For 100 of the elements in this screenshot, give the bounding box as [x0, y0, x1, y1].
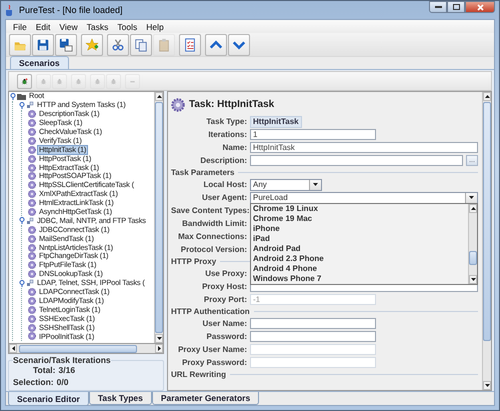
selection-label: Selection:	[13, 377, 54, 387]
menu-item[interactable]: Tools	[113, 22, 142, 32]
text-field[interactable]	[250, 318, 376, 329]
field-label: Proxy Port:	[202, 295, 247, 304]
scrollbar[interactable]	[154, 92, 163, 343]
section-heading: Task Parameters	[171, 168, 234, 177]
maximize-icon	[452, 4, 460, 10]
dropdown[interactable]: Any	[250, 178, 322, 190]
bug-icon	[110, 78, 117, 84]
toolbar-button[interactable]	[55, 34, 77, 56]
scrollbar-thumb[interactable]	[469, 251, 477, 265]
network-icon	[26, 279, 34, 288]
tab[interactable]: Task Types	[88, 392, 152, 405]
close-button[interactable]	[465, 1, 495, 13]
caret-icon	[313, 183, 318, 186]
caret-icon	[469, 196, 474, 199]
toolbar-button[interactable]	[179, 34, 201, 56]
tab[interactable]: Scenarios	[10, 56, 69, 69]
field-label: User Agent:	[200, 193, 247, 202]
network-icon	[26, 216, 34, 225]
scroll-up-icon	[484, 95, 490, 98]
expanded-node-icon	[19, 280, 25, 287]
dropdown-option[interactable]: Chrome 19 Linux	[253, 204, 466, 214]
text-field[interactable]	[250, 331, 376, 342]
field-label: Task Type:	[205, 117, 247, 126]
field-label: Iterations:	[207, 130, 247, 139]
text-field[interactable]: HttpInitTask	[250, 142, 478, 153]
copy-icon	[134, 38, 148, 52]
field-label: User Name:	[202, 319, 247, 328]
bug-icon	[75, 78, 82, 84]
save-as-icon	[59, 38, 73, 52]
tab[interactable]: Scenario Editor	[8, 392, 89, 406]
selection-value: 0/0	[56, 377, 68, 387]
gear-icon	[171, 98, 185, 112]
expanded-node-icon	[19, 102, 25, 109]
field-label: Save Content Types:	[171, 206, 247, 215]
total-label: Total:	[33, 365, 56, 375]
scrollbar-thumb[interactable]	[19, 344, 137, 352]
scroll-down-icon	[484, 384, 490, 387]
toolbar-button[interactable]	[107, 34, 129, 56]
text-field[interactable]: 1	[250, 129, 376, 140]
minimize-icon	[434, 6, 442, 8]
scrollbar[interactable]	[8, 344, 164, 354]
paste-icon	[157, 38, 171, 52]
dropdown-option[interactable]: Android 4 Phone	[253, 264, 466, 274]
field-label: Description:	[199, 156, 247, 165]
minimize-button[interactable]	[429, 1, 447, 13]
field-label: Name:	[222, 143, 247, 152]
tab[interactable]: Parameter Generators	[152, 392, 260, 405]
scroll-down-icon	[156, 337, 162, 340]
expanded-node-icon	[10, 92, 16, 100]
menu-item[interactable]: Edit	[32, 22, 54, 32]
scrollbar-thumb[interactable]	[483, 102, 491, 341]
bug-icon	[56, 78, 63, 84]
network-icon	[26, 101, 34, 110]
scrollbar[interactable]	[468, 204, 477, 284]
dropdown-option[interactable]: iPad	[253, 234, 466, 244]
field-label: Bandwidth Limit:	[181, 219, 247, 228]
field-value: HttpInitTask	[250, 116, 302, 128]
field-label: Local Host:	[202, 180, 247, 189]
expanded-node-icon	[19, 217, 25, 224]
dropdown-option[interactable]: Android Pad	[253, 244, 466, 254]
toolbar-button[interactable]	[130, 34, 152, 56]
toolbar-button[interactable]	[17, 74, 32, 88]
checklist-icon	[183, 38, 197, 52]
save-icon	[36, 38, 50, 52]
star-add-icon	[85, 38, 99, 52]
bug-add-icon	[21, 78, 28, 84]
toolbar-button[interactable]	[228, 34, 250, 56]
scrollbar[interactable]	[482, 92, 491, 390]
toolbar-button[interactable]	[81, 34, 103, 56]
text-field[interactable]	[250, 155, 463, 166]
dropdown-option[interactable]: Windows Phone 7	[253, 274, 466, 284]
dropdown[interactable]: PureLoad	[250, 192, 478, 204]
task-title: Task: HttpInitTask	[189, 99, 274, 110]
maximize-button[interactable]	[447, 1, 465, 13]
field-label: Max Connections:	[177, 232, 247, 241]
field-label: Password:	[206, 332, 247, 341]
dropdown-option[interactable]: Chrome 19 Mac	[253, 214, 466, 224]
section-heading: URL Rewriting	[171, 370, 226, 379]
toolbar-button[interactable]	[205, 34, 227, 56]
scroll-up-icon	[470, 207, 476, 210]
bug-icon	[40, 78, 47, 84]
scroll-right-icon	[158, 346, 160, 351]
dropdown-option[interactable]: Android 2.3 Phone	[253, 254, 466, 264]
menu-item[interactable]: File	[9, 22, 31, 32]
panel-title: Scenario/Task Iterations	[13, 355, 111, 365]
menu-item[interactable]: Help	[142, 22, 168, 32]
field-label: Protocol Version:	[180, 245, 247, 254]
bug-icon	[94, 78, 101, 84]
menu-item[interactable]: Tasks	[82, 22, 112, 32]
window-title: PureTest - [No file loaded]	[19, 5, 123, 15]
toolbar-button[interactable]	[32, 34, 54, 56]
scrollbar-thumb[interactable]	[155, 102, 163, 333]
cup-icon	[5, 4, 15, 16]
dropdown-option[interactable]: iPhone	[253, 224, 466, 234]
field-label: Proxy User Name:	[177, 345, 247, 354]
menu-item[interactable]: View	[55, 22, 82, 32]
scroll-left-icon	[12, 346, 14, 351]
section-heading: HTTP Proxy	[171, 257, 216, 266]
